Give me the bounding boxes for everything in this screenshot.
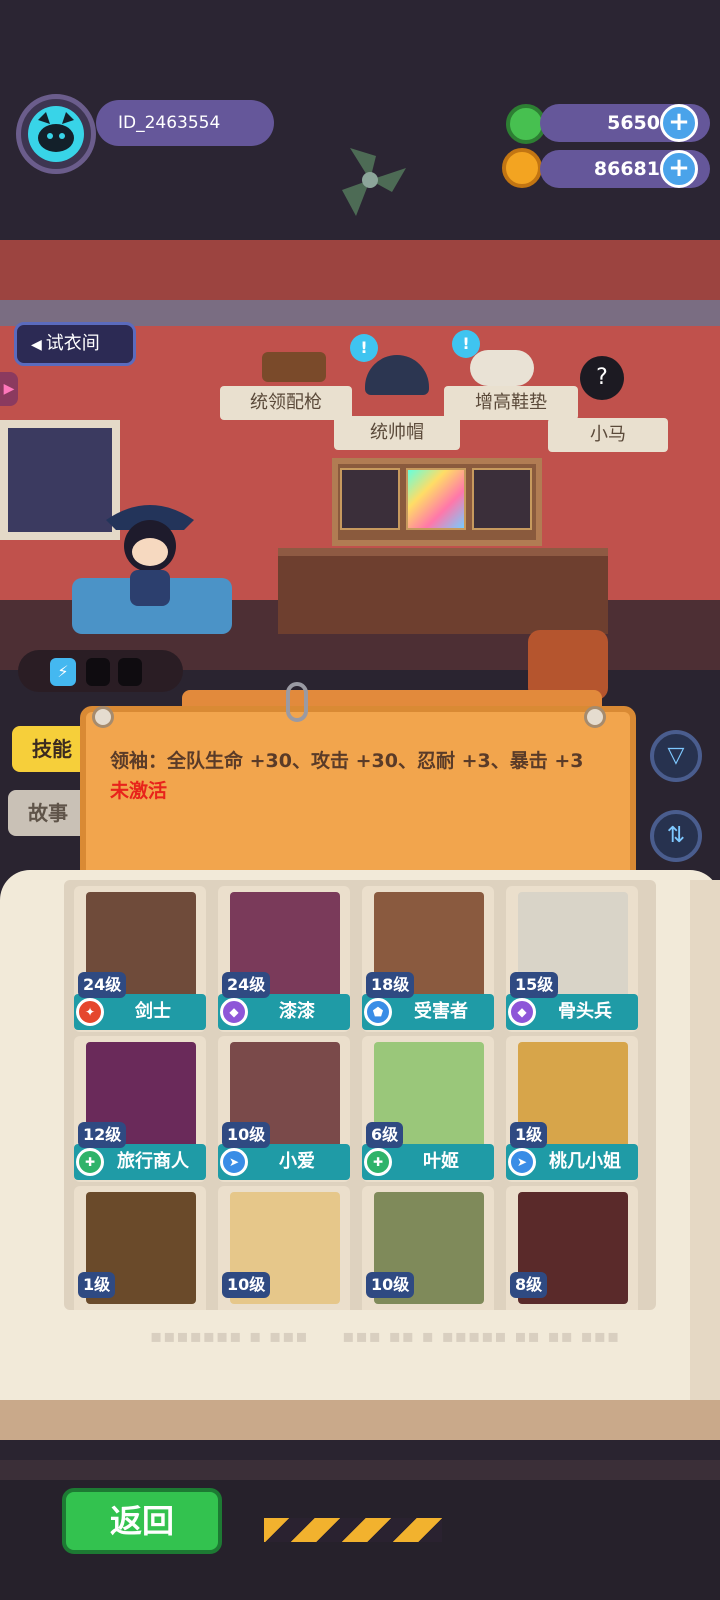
character-name: 漆漆: [279, 1001, 315, 1022]
character-card[interactable]: 叶姬 ✚ 6级: [362, 1036, 494, 1182]
filter-icon[interactable]: ▽: [650, 730, 702, 782]
tab-story[interactable]: 故事: [8, 790, 88, 836]
add-green-currency-button[interactable]: +: [660, 104, 698, 142]
character-name: 受害者: [414, 1001, 468, 1022]
character-level: 12级: [78, 1122, 127, 1148]
mystery-icon[interactable]: ?: [580, 356, 624, 400]
ceiling-fan-icon: [342, 148, 406, 216]
character-name: 剑士: [135, 1001, 171, 1022]
item-label-insole[interactable]: 增高鞋垫: [444, 386, 578, 420]
support-role-icon: ✚: [76, 1148, 104, 1176]
character-level: 24级: [222, 972, 271, 998]
sort-icon[interactable]: ⇅: [650, 810, 702, 862]
hazard-stripe: [264, 1518, 442, 1542]
character-level: 6级: [366, 1122, 404, 1148]
item-label-hat[interactable]: 统帅帽: [334, 416, 460, 450]
magic-role-icon: ◆: [220, 998, 248, 1026]
pin-icon: [584, 706, 606, 728]
character-level: 10级: [222, 1272, 271, 1298]
item-label-pistol[interactable]: 统领配枪: [220, 386, 352, 420]
energy-bolt-icon: ⚡: [50, 658, 76, 686]
room-cabinet: [278, 548, 608, 634]
energy-slot: [86, 658, 110, 686]
character-name: 旅行商人: [117, 1151, 189, 1172]
character-card[interactable]: 漆漆 ◆ 24级: [218, 886, 350, 1032]
fitting-room-button[interactable]: ◀ 试衣间: [14, 322, 136, 366]
book-page-edge: [690, 880, 720, 1400]
outfit-slot[interactable]: [472, 468, 532, 530]
skill-status-text: 未激活: [110, 780, 168, 802]
blurred-text: ▪▪▪▪▪▪▪ ▪ ▪▪▪ ▪▪▪ ▪▪ ▪ ▪▪▪▪▪ ▪▪ ▪▪ ▪▪▪: [150, 1326, 621, 1347]
item-label-pony[interactable]: 小马: [548, 418, 668, 452]
fitting-room-label: 试衣间: [45, 333, 100, 354]
character-name: 桃几小姐: [549, 1151, 621, 1172]
character-level: 24级: [78, 972, 127, 998]
character-card[interactable]: 小爱 ➤ 10级: [218, 1036, 350, 1182]
character-card[interactable]: 10级: [362, 1186, 494, 1310]
player-character-sprite[interactable]: [100, 490, 200, 610]
character-level: 18级: [366, 972, 415, 998]
pistol-icon[interactable]: [262, 352, 326, 382]
character-grid: 剑士 ✦ 24级 漆漆 ◆ 24级 受害者 ⬟ 18级 骨头兵 ◆ 15级 旅行商人 ✚ 12级 小爱 ➤ 10级…: [64, 880, 656, 1310]
speed-role-icon: ➤: [220, 1148, 248, 1176]
insole-icon[interactable]: [470, 350, 534, 386]
character-level: 10级: [366, 1272, 415, 1298]
character-card[interactable]: 剑士 ✦ 24级: [74, 886, 206, 1032]
character-card[interactable]: 1级: [74, 1186, 206, 1310]
avatar-cat-icon[interactable]: [28, 106, 84, 162]
character-card[interactable]: 受害者 ⬟ 18级: [362, 886, 494, 1032]
defense-role-icon: ⬟: [364, 998, 392, 1026]
back-arrow-icon: ◀: [31, 337, 42, 353]
character-card[interactable]: 桃几小姐 ➤ 1级: [506, 1036, 638, 1182]
character-card[interactable]: 旅行商人 ✚ 12级: [74, 1036, 206, 1182]
speed-role-icon: ➤: [508, 1148, 536, 1176]
support-role-icon: ✚: [364, 1148, 392, 1176]
side-expand-icon[interactable]: ▶: [0, 372, 18, 406]
character-card[interactable]: 10级: [218, 1186, 350, 1310]
paper-clip-icon: [286, 682, 308, 722]
skill-description: 领袖：全队生命 +30、攻击 +30、忍耐 +3、暴击 +3 未激活: [110, 746, 606, 806]
magic-role-icon: ◆: [508, 998, 536, 1026]
character-level: 1级: [510, 1122, 548, 1148]
energy-slot: [118, 658, 142, 686]
back-button[interactable]: 返回: [62, 1488, 222, 1554]
character-level: 1级: [78, 1272, 116, 1298]
character-level: 10级: [222, 1122, 271, 1148]
new-tip-badge: !: [452, 330, 480, 358]
character-level: 15级: [510, 972, 559, 998]
character-name: 骨头兵: [558, 1001, 612, 1022]
character-name: 小爱: [279, 1151, 315, 1172]
book-cover-edge: [0, 1400, 720, 1440]
new-tip-badge: !: [350, 334, 378, 362]
outfit-slot[interactable]: [340, 468, 400, 530]
player-id: ID_2463554: [96, 100, 274, 146]
outfit-slot[interactable]: [406, 468, 466, 530]
add-orange-currency-button[interactable]: +: [660, 150, 698, 188]
orange-planet-coin-icon: [502, 148, 542, 188]
character-name: 叶姬: [423, 1151, 459, 1172]
character-level: 8级: [510, 1272, 548, 1298]
character-card[interactable]: 骨头兵 ◆ 15级: [506, 886, 638, 1032]
pin-icon: [92, 706, 114, 728]
attack-role-icon: ✦: [76, 998, 104, 1026]
skill-effect-text: 领袖：全队生命 +30、攻击 +30、忍耐 +3、暴击 +3: [110, 750, 584, 772]
character-card[interactable]: 8级: [506, 1186, 638, 1310]
